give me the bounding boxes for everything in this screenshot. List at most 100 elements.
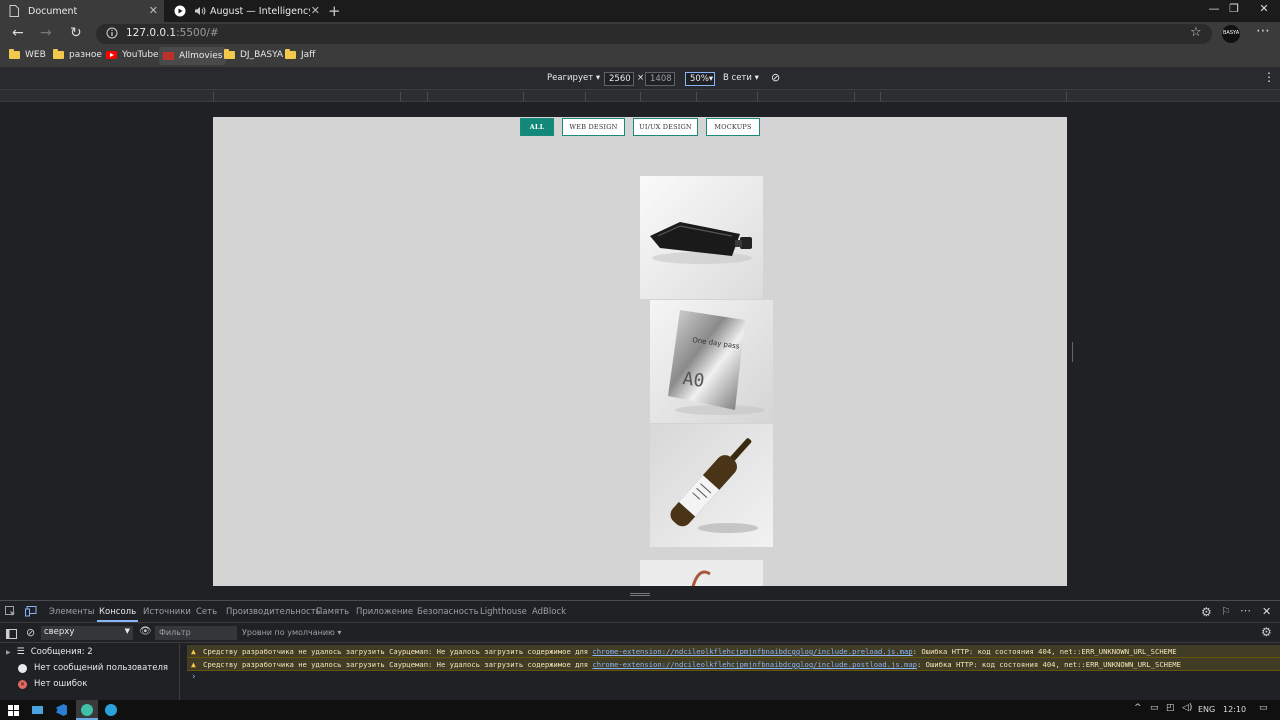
devtools-more-icon[interactable]: ⋯ xyxy=(1240,604,1251,617)
portfolio-card[interactable] xyxy=(640,176,763,299)
tab-adblock[interactable]: AdBlock xyxy=(532,607,566,617)
resize-handle-right[interactable] xyxy=(1072,342,1075,362)
document-icon xyxy=(8,5,20,17)
devtools-close-icon[interactable]: ✕ xyxy=(1262,605,1271,618)
ruler-tick xyxy=(854,92,855,101)
network-label: В сети xyxy=(723,73,752,83)
console-prompt[interactable]: › xyxy=(192,672,196,682)
more-menu-icon[interactable]: ⋯ xyxy=(1256,23,1270,39)
url-text: 127.0.0.1:5500/# xyxy=(126,27,219,39)
filter-all-button[interactable]: ALL xyxy=(520,118,554,136)
filter-mockups-button[interactable]: MOCKUPS xyxy=(706,118,760,136)
avatar[interactable]: BASYA xyxy=(1222,25,1240,43)
wine-bottle-image xyxy=(650,424,773,547)
mail-icon[interactable] xyxy=(32,706,43,714)
portfolio-card[interactable] xyxy=(640,560,763,586)
window-close-icon[interactable]: ✕ xyxy=(1254,2,1274,15)
tab-music[interactable]: August — Intelligency, DJ D ✕ xyxy=(166,0,326,22)
tab-title: August — Intelligency, DJ D xyxy=(210,5,310,17)
reload-icon[interactable]: ↻ xyxy=(70,25,82,41)
resize-handle-bottom[interactable] xyxy=(630,593,650,596)
warning-link[interactable]: chrome-extension://ndcileolkflehcjpmjnfb… xyxy=(592,660,917,669)
tab-network[interactable]: Сеть xyxy=(196,607,217,617)
bookmark-allmovies[interactable]: Allmovies xyxy=(159,47,227,65)
url-path: :5500/# xyxy=(176,27,219,39)
back-icon[interactable]: ← xyxy=(12,25,24,41)
height-input[interactable]: 1408 xyxy=(645,72,675,86)
devtools-panel: Элементы Консоль Источники Сеть Производ… xyxy=(0,600,1280,701)
tab-sources[interactable]: Источники xyxy=(143,607,191,617)
sidebar-item-user-messages[interactable]: Нет сообщений пользователя xyxy=(18,663,168,673)
bookmark-jaff[interactable]: Jaff xyxy=(285,49,315,60)
sidebar-item-label: Нет ошибок xyxy=(34,679,88,689)
bookmark-misc[interactable]: разное xyxy=(53,49,102,60)
bookmark-dj-basya[interactable]: DJ_BASYA xyxy=(224,49,283,60)
tab-document[interactable]: Document ✕ xyxy=(0,0,164,22)
zoom-select[interactable]: 50%▾ xyxy=(685,72,715,86)
filter-input[interactable]: Фильтр xyxy=(155,626,237,640)
warning-icon: ▲ xyxy=(191,660,196,669)
context-select[interactable]: сверху ▼ xyxy=(41,626,133,640)
close-tab-icon[interactable]: ✕ xyxy=(311,4,320,17)
feedback-icon[interactable]: ⚐ xyxy=(1221,605,1231,618)
settings-gear-icon[interactable]: ⚙ xyxy=(1201,605,1212,619)
device-mode-select[interactable]: Реагирует ▾ xyxy=(547,73,600,83)
device-more-icon[interactable]: ⋮ xyxy=(1263,70,1275,84)
clear-console-icon[interactable]: ⊘ xyxy=(26,626,35,639)
browser-app-icon[interactable] xyxy=(76,700,98,720)
filter-web-design-button[interactable]: WEB DESIGN xyxy=(562,118,625,136)
telegram-icon[interactable] xyxy=(105,704,117,716)
language-indicator[interactable]: ENG xyxy=(1198,705,1215,714)
info-icon[interactable] xyxy=(106,27,118,42)
tab-console[interactable]: Консоль xyxy=(96,607,139,622)
tab-security[interactable]: Безопасность xyxy=(417,607,479,617)
close-tab-icon[interactable]: ✕ xyxy=(149,4,158,17)
filter-ui-ux-design-button[interactable]: UI/UX DESIGN xyxy=(633,118,698,136)
allmovies-icon xyxy=(163,52,174,60)
bookmark-web[interactable]: WEB xyxy=(9,49,46,60)
console-toolbar: ⊘ сверху ▼ 👁 Фильтр Уровни по умолчанию … xyxy=(0,624,1280,643)
sidebar-toggle-icon[interactable] xyxy=(6,628,17,642)
forward-icon[interactable]: → xyxy=(40,25,52,41)
restore-icon[interactable]: ❐ xyxy=(1224,2,1244,15)
console-settings-icon[interactable]: ⚙ xyxy=(1261,625,1272,639)
tab-performance[interactable]: Производительность xyxy=(226,607,321,617)
new-tab-button[interactable]: + xyxy=(328,2,341,20)
network-icon[interactable]: ◰ xyxy=(1166,703,1175,713)
ruler-tick xyxy=(757,92,758,101)
warning-text: Средству разработчика не удалось загрузи… xyxy=(203,647,593,656)
media-query-ruler xyxy=(0,90,1280,102)
sidebar-item-errors[interactable]: ✕ Нет ошибок xyxy=(18,679,87,689)
minimize-icon[interactable]: — xyxy=(1204,2,1224,15)
tab-elements[interactable]: Элементы xyxy=(49,607,94,617)
vscode-icon[interactable] xyxy=(56,704,67,716)
network-select[interactable]: В сети ▾ xyxy=(723,73,759,83)
bookmarks-bar: WEB разное YouTube Allmovies DJ_BASYA Ja… xyxy=(0,46,1280,68)
windows-start-icon[interactable] xyxy=(8,705,19,719)
eye-icon[interactable]: 👁 xyxy=(139,626,152,637)
portfolio-card[interactable]: One day pass A0 xyxy=(650,300,773,423)
rotate-icon[interactable]: ⊘ xyxy=(771,71,780,84)
tab-application[interactable]: Приложение xyxy=(356,607,413,617)
tab-memory[interactable]: Память xyxy=(316,607,349,617)
bookmark-youtube[interactable]: YouTube xyxy=(106,50,159,60)
clock[interactable]: 12:10 xyxy=(1223,705,1246,714)
tab-lighthouse[interactable]: Lighthouse xyxy=(480,607,527,617)
warning-link[interactable]: chrome-extension://ndcileolkflehcjpmjnfb… xyxy=(592,647,912,656)
log-levels-label: Уровни по умолчанию xyxy=(242,628,335,637)
folder-icon xyxy=(285,49,296,59)
log-levels-select[interactable]: Уровни по умолчанию ▾ xyxy=(242,628,341,637)
speaker-icon[interactable] xyxy=(194,5,206,17)
sidebar-item-messages[interactable]: ▶ ☰ Сообщения: 2 xyxy=(6,647,93,657)
tray-arrow-icon[interactable]: ^ xyxy=(1134,703,1142,713)
address-bar[interactable]: 127.0.0.1:5500/# ☆ xyxy=(96,24,1212,44)
width-input[interactable]: 2560 xyxy=(604,72,634,86)
portfolio-card[interactable] xyxy=(650,424,773,547)
volume-icon[interactable]: ◁) xyxy=(1182,703,1192,713)
notifications-icon[interactable]: ▭ xyxy=(1259,703,1268,713)
inspect-icon[interactable] xyxy=(5,606,16,620)
device-toggle-icon[interactable] xyxy=(25,606,37,620)
bookmark-label: YouTube xyxy=(122,50,159,60)
partial-image xyxy=(640,560,763,586)
bookmark-star-icon[interactable]: ☆ xyxy=(1190,25,1202,40)
